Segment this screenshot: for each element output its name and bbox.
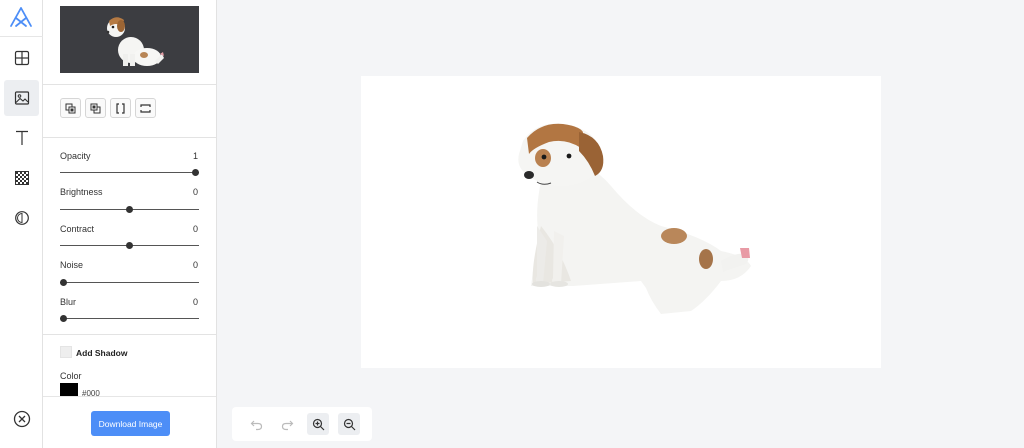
image-properties-panel: Opacity 1 Brightness 0 Contract 0 Noise … [43, 0, 217, 448]
image-tool-button[interactable] [4, 80, 39, 116]
zoom-in-icon [312, 418, 324, 430]
bring-forward-icon [65, 103, 76, 113]
text-icon [15, 130, 28, 145]
shadow-color-swatch[interactable] [60, 383, 78, 396]
opacity-slider[interactable] [60, 169, 199, 176]
flip-vertical-icon [140, 103, 151, 113]
image-thumbnail[interactable] [60, 6, 199, 73]
templates-tool-button[interactable] [4, 40, 39, 76]
filter-tool-button[interactable] [4, 200, 39, 236]
blur-slider-handle[interactable] [60, 315, 67, 322]
flip-horizontal-icon [116, 102, 125, 114]
contrast-value: 0 [192, 224, 198, 234]
puppy-image-layer[interactable] [518, 123, 751, 314]
panel-divider [43, 137, 216, 138]
puppy-thumbnail-illustration [106, 17, 164, 66]
brightness-label: Brightness [60, 187, 103, 197]
add-shadow-checkbox[interactable] [60, 346, 72, 358]
editor-canvas[interactable] [361, 76, 881, 368]
add-shadow-label: Add Shadow [76, 348, 128, 358]
opacity-label: Opacity [60, 151, 91, 161]
brightness-slider[interactable] [60, 206, 199, 213]
checkerboard-icon [14, 171, 29, 185]
blur-slider[interactable] [60, 315, 199, 322]
undo-button[interactable] [245, 413, 267, 435]
tool-rail [0, 0, 43, 448]
download-image-button[interactable]: Download Image [91, 411, 170, 436]
panel-divider [43, 84, 216, 85]
background-tool-button[interactable] [4, 160, 39, 196]
zoom-out-button[interactable] [338, 413, 360, 435]
shadow-color-label: Color [60, 371, 82, 381]
flip-horizontal-button[interactable] [110, 98, 131, 118]
flip-vertical-button[interactable] [135, 98, 156, 118]
panel-divider [43, 334, 216, 335]
noise-slider[interactable] [60, 279, 199, 286]
noise-label: Noise [60, 260, 84, 270]
noise-value: 0 [192, 260, 198, 270]
image-icon [14, 91, 29, 105]
app-logo-icon [9, 6, 33, 28]
grid-icon [14, 50, 29, 66]
close-editor-button[interactable] [4, 401, 39, 437]
text-tool-button[interactable] [4, 120, 39, 156]
redo-button[interactable] [276, 413, 298, 435]
canvas-toolbar [232, 407, 372, 441]
brightness-slider-handle[interactable] [126, 206, 133, 213]
contrast-slider-handle[interactable] [126, 242, 133, 249]
contrast-circle-icon [14, 211, 29, 225]
bring-forward-button[interactable] [60, 98, 81, 118]
panel-footer: Download Image [43, 396, 216, 448]
blur-label: Blur [60, 297, 77, 307]
contrast-label: Contract [60, 224, 95, 234]
redo-icon [281, 420, 293, 430]
noise-slider-handle[interactable] [60, 279, 67, 286]
zoom-in-button[interactable] [307, 413, 329, 435]
close-circle-icon [13, 410, 30, 428]
opacity-slider-handle[interactable] [192, 169, 199, 176]
opacity-value: 1 [192, 151, 198, 161]
brightness-value: 0 [192, 187, 198, 197]
contrast-slider[interactable] [60, 242, 199, 249]
rail-divider [0, 36, 43, 37]
blur-value: 0 [192, 297, 198, 307]
send-backward-icon [90, 103, 101, 113]
send-backward-button[interactable] [85, 98, 106, 118]
undo-icon [250, 420, 262, 430]
zoom-out-icon [343, 418, 355, 430]
